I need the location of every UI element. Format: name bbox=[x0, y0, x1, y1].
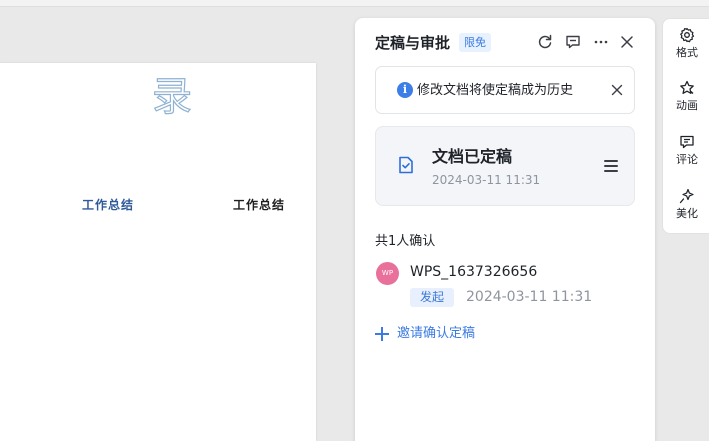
notice-text: 修改文档将使定稿成为历史 bbox=[417, 83, 574, 98]
toolbar-format-button[interactable]: 格式 bbox=[663, 19, 709, 65]
finalized-status-card: 文档已定稿 2024-03-11 11:31 bbox=[375, 126, 635, 206]
toolbar-comment-label: 评论 bbox=[676, 153, 698, 166]
finalize-panel: 定稿与审批 限免 i 修改文档将使定稿成为历史 文档已定稿 2024-03-11… bbox=[355, 18, 655, 441]
toolbar-format-label: 格式 bbox=[676, 46, 698, 59]
avatar: WP bbox=[376, 262, 399, 285]
toolbar-beautify-button[interactable]: 美化 bbox=[663, 180, 709, 226]
comment-icon[interactable] bbox=[563, 32, 583, 52]
sparkle-icon bbox=[679, 188, 694, 204]
status-title: 文档已定稿 bbox=[432, 147, 513, 166]
close-icon[interactable] bbox=[617, 32, 637, 52]
free-badge: 限免 bbox=[459, 33, 491, 52]
gear-icon bbox=[680, 27, 695, 43]
finalized-document-icon bbox=[398, 156, 414, 174]
right-toolbar: 格式 动画 评论 美化 bbox=[662, 18, 709, 234]
panel-title: 定稿与审批 bbox=[375, 34, 451, 52]
star-icon bbox=[680, 80, 694, 94]
refresh-icon[interactable] bbox=[535, 32, 555, 52]
document-cell-1[interactable]: 工作总结 bbox=[82, 198, 134, 213]
info-icon: i bbox=[397, 82, 413, 98]
comment-icon bbox=[680, 135, 694, 149]
status-time: 2024-03-11 11:31 bbox=[432, 173, 541, 187]
document-heading: 录 bbox=[151, 73, 192, 120]
role-tag: 发起 bbox=[410, 288, 455, 307]
plus-icon bbox=[375, 327, 389, 341]
confirm-count: 共1人确认 bbox=[375, 234, 436, 249]
top-strip bbox=[0, 0, 709, 7]
toolbar-comment-button[interactable]: 评论 bbox=[663, 126, 709, 172]
toolbar-beautify-label: 美化 bbox=[676, 207, 698, 220]
toolbar-animation-label: 动画 bbox=[676, 99, 698, 112]
notice-close-icon[interactable] bbox=[608, 81, 626, 99]
toolbar-animation-button[interactable]: 动画 bbox=[663, 72, 709, 118]
document-cell-2[interactable]: 工作总结 bbox=[233, 198, 285, 213]
confirm-time: 2024-03-11 11:31 bbox=[466, 289, 593, 305]
invite-label: 邀请确认定稿 bbox=[397, 326, 476, 341]
modify-notice: i 修改文档将使定稿成为历史 bbox=[375, 66, 635, 114]
invite-confirm-button[interactable]: 邀请确认定稿 bbox=[375, 324, 475, 344]
status-menu-icon[interactable] bbox=[602, 157, 620, 175]
user-name: WPS_1637326656 bbox=[410, 264, 538, 280]
more-icon[interactable] bbox=[591, 32, 611, 52]
